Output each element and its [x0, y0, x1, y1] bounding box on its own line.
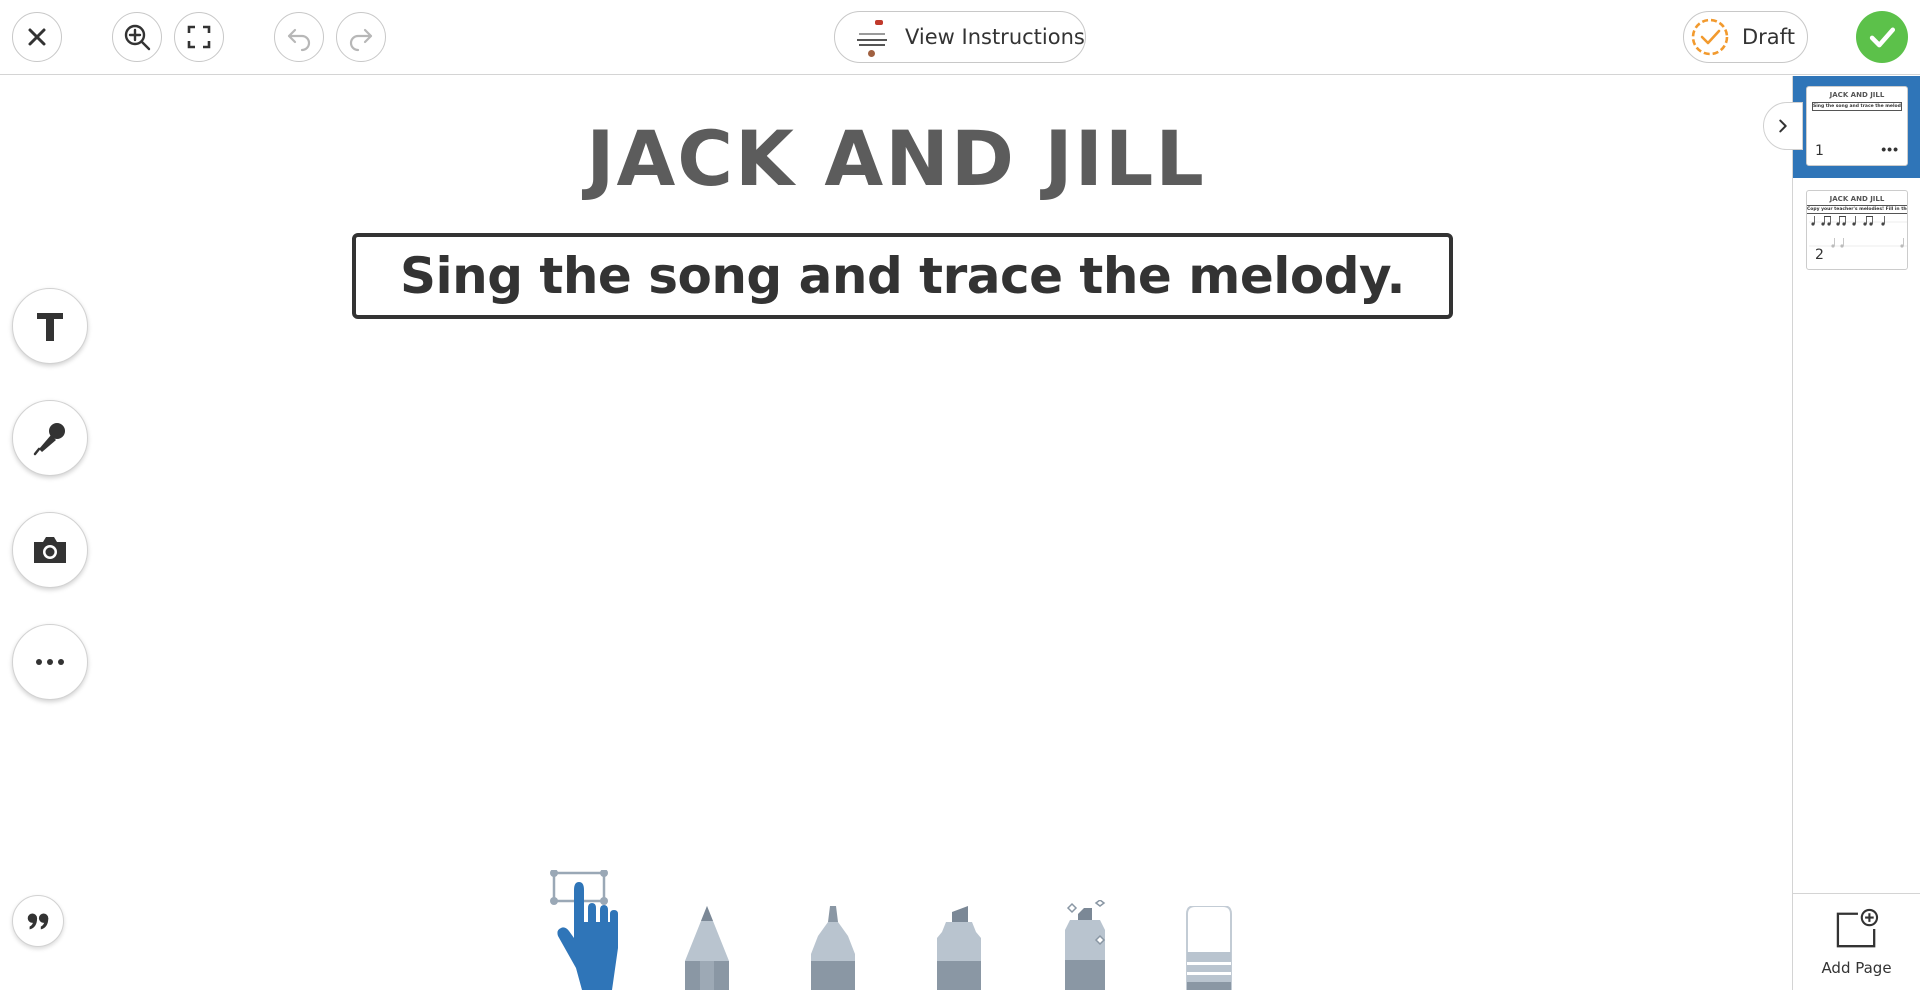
page-thumbnail-2[interactable]: JACK AND JILL Copy your teacher's melodi… [1793, 178, 1920, 270]
draft-status-label: Draft [1742, 25, 1795, 49]
add-page-button[interactable]: Add Page [1792, 893, 1920, 990]
select-hand-tool[interactable] [550, 870, 620, 990]
page-1-title: JACK AND JILL [1829, 91, 1885, 99]
page-thumbnail-1[interactable]: JACK AND JILL Sing the song and trace th… [1793, 76, 1920, 178]
magic-pen-tool[interactable] [1058, 900, 1112, 990]
top-toolbar: View Instructions Draft [0, 0, 1920, 75]
fullscreen-icon [187, 25, 211, 49]
view-instructions-label: View Instructions [905, 25, 1085, 49]
add-page-label: Add Page [1821, 959, 1892, 977]
instructions-thumbnail [855, 17, 889, 57]
highlighter-tool[interactable] [934, 906, 984, 990]
submit-done-button[interactable] [1856, 11, 1908, 63]
undo-icon [287, 28, 311, 52]
fullscreen-button[interactable] [174, 12, 224, 62]
text-tool-button[interactable] [12, 288, 88, 364]
page-1-instruction: Sing the song and trace the melody. [1812, 102, 1902, 111]
draft-status-icon [1691, 18, 1729, 56]
page-2-title: JACK AND JILL [1829, 195, 1885, 203]
check-icon [1869, 27, 1896, 48]
page-2-preview: JACK AND JILL Copy your teacher's melodi… [1806, 190, 1908, 270]
close-icon [28, 28, 46, 46]
quote-button[interactable] [12, 895, 64, 947]
more-tools-button[interactable] [12, 624, 88, 700]
view-instructions-button[interactable]: View Instructions [834, 11, 1086, 63]
camera-tool-button[interactable] [12, 512, 88, 588]
redo-button[interactable] [336, 12, 386, 62]
zoom-in-button[interactable] [112, 12, 162, 62]
marker-tool[interactable] [808, 906, 858, 990]
page-1-preview: JACK AND JILL Sing the song and trace th… [1806, 86, 1908, 166]
page-title: JACK AND JILL [586, 114, 1206, 203]
microphone-icon [33, 423, 65, 456]
more-horizontal-icon [36, 659, 64, 665]
zoom-in-icon [124, 24, 151, 51]
undo-button[interactable] [274, 12, 324, 62]
collapse-panel-button[interactable] [1763, 102, 1803, 150]
camera-icon [34, 537, 66, 563]
pencil-tool[interactable] [682, 906, 732, 990]
instruction-box: Sing the song and trace the melody. [352, 233, 1453, 319]
drawing-canvas[interactable]: JACK AND JILL Sing the song and trace th… [0, 76, 1792, 990]
close-button[interactable] [12, 12, 62, 62]
draft-status-button[interactable]: Draft [1683, 11, 1808, 63]
redo-icon [349, 28, 373, 52]
add-page-icon [1836, 908, 1879, 948]
quote-icon [27, 913, 49, 930]
page-panel: JACK AND JILL Sing the song and trace th… [1792, 76, 1920, 990]
page-1-number: 1 [1815, 143, 1824, 159]
microphone-tool-button[interactable] [12, 400, 88, 476]
chevron-right-icon [1779, 119, 1787, 133]
page-2-number: 2 [1815, 247, 1824, 263]
instruction-text: Sing the song and trace the melody. [399, 247, 1406, 305]
text-icon [37, 313, 63, 341]
eraser-tool[interactable] [1184, 906, 1234, 990]
page-1-more-button[interactable]: ••• [1881, 141, 1899, 157]
